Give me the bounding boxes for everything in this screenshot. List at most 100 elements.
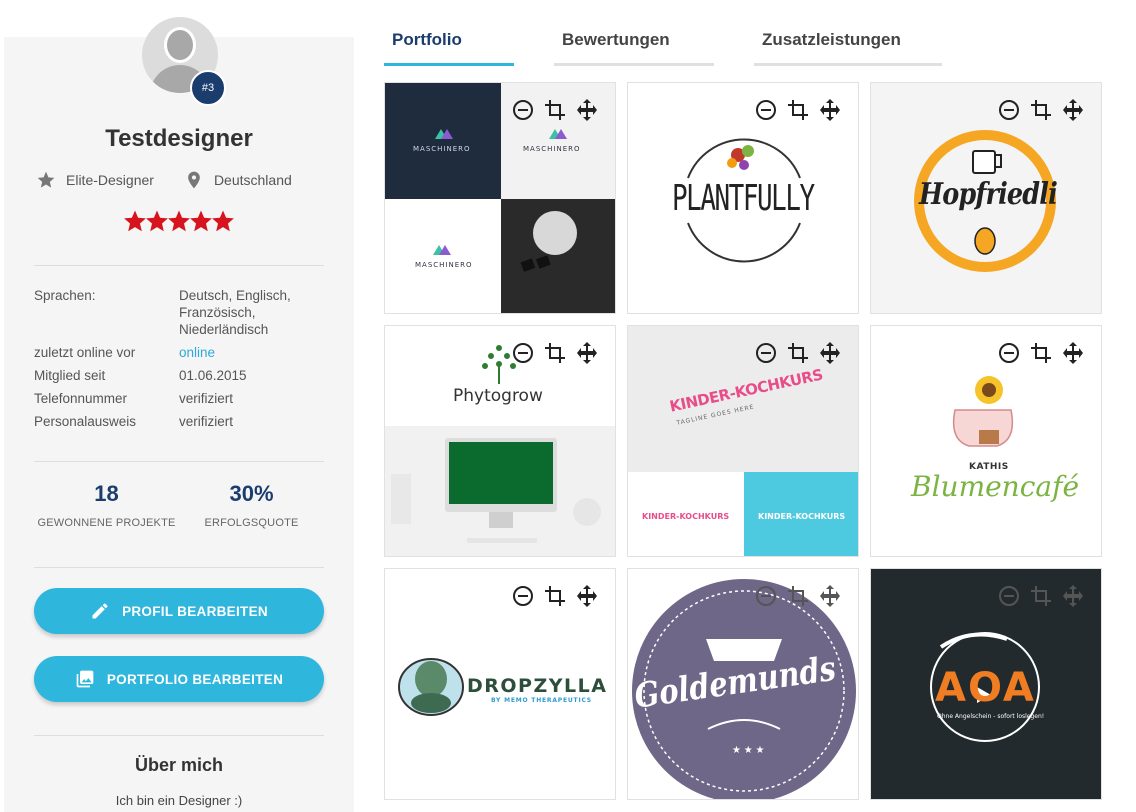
about-text: Ich bin ein Designer :) [115, 793, 243, 808]
designer-level: Elite-Designer [66, 172, 154, 188]
detail-row-member-since: Mitglied seit 01.06.2015 [34, 367, 334, 384]
move-icon[interactable] [818, 584, 842, 608]
star-icon [146, 210, 168, 232]
crop-icon[interactable] [786, 341, 810, 365]
tab-portfolio[interactable]: Portfolio [384, 30, 514, 66]
tile-tools [997, 98, 1085, 122]
profile-sidebar: #3 Testdesigner Elite-Designer Deutschla… [4, 17, 354, 812]
crop-icon[interactable] [786, 98, 810, 122]
tile-logo-text: KINDER-KOCHKURS [642, 512, 730, 521]
tile-tagline: BY MEMO THERAPEUTICS [491, 697, 592, 704]
crop-icon[interactable] [543, 98, 567, 122]
edit-profile-button[interactable]: PROFIL BEARBEITEN [34, 588, 324, 634]
remove-icon[interactable] [511, 341, 535, 365]
tile-logo-text: MASCHINERO [415, 261, 473, 269]
detail-label: Telefonnummer [34, 391, 128, 406]
move-icon[interactable] [1061, 98, 1085, 122]
tile-tools [511, 584, 599, 608]
rank-badge: #3 [190, 70, 226, 106]
profile-details: Sprachen: Deutsch, Englisch, Französisch… [34, 287, 334, 436]
move-icon[interactable] [1061, 341, 1085, 365]
detail-value: Deutsch, Englisch, Französisch, Niederlä… [179, 288, 291, 337]
about-title: Über mich [134, 755, 224, 775]
portfolio-tile[interactable]: Hopfriedli [870, 82, 1102, 314]
star-icon [124, 210, 146, 232]
remove-icon[interactable] [511, 98, 535, 122]
portfolio-tile[interactable]: PLANTFULLY [627, 82, 859, 314]
edit-profile-label: PROFIL BEARBEITEN [122, 603, 268, 619]
portfolio-tile[interactable]: ★ ★ ★ Goldemunds [627, 568, 859, 800]
crop-icon[interactable] [1029, 584, 1053, 608]
star-icon [212, 210, 234, 232]
profile-tabs: Portfolio Bewertungen Zusatzleistungen [384, 30, 982, 66]
move-icon[interactable] [575, 584, 599, 608]
designer-stats: 18 GEWONNENE PROJEKTE 30% ERFOLGSQUOTE [34, 481, 324, 529]
stat-value: 30% [229, 481, 274, 506]
tile-tools [754, 341, 842, 365]
edit-portfolio-button[interactable]: PORTFOLIO BEARBEITEN [34, 656, 324, 702]
divider [34, 735, 324, 736]
tile-tools [511, 98, 599, 122]
images-icon [76, 670, 94, 688]
tile-logo-text: PLANTFULLY [672, 178, 815, 219]
detail-row-last-online: zuletzt online vor online [34, 344, 334, 361]
detail-label: Personalausweis [34, 414, 137, 429]
tile-tagline: Ohne Angelschein - sofort loslegen! [937, 713, 1045, 720]
tile-logo-text: KINDER-KOCHKURS [758, 512, 846, 521]
detail-label: zuletzt online vor [34, 345, 136, 360]
crop-icon[interactable] [1029, 341, 1053, 365]
portfolio-tile[interactable]: Phytogrow [384, 325, 616, 557]
remove-icon[interactable] [754, 341, 778, 365]
stat-label: ERFOLGSQUOTE [204, 517, 299, 529]
portfolio-tile[interactable]: AOA Ohne Angelschein - sofort loslegen! [870, 568, 1102, 800]
portfolio-tile[interactable]: KATHIS Blumencafé [870, 325, 1102, 557]
star-icon [190, 210, 212, 232]
detail-value: verifiziert [179, 414, 234, 429]
remove-icon[interactable] [754, 584, 778, 608]
tile-tools [754, 584, 842, 608]
tab-additional-services[interactable]: Zusatzleistungen [754, 30, 942, 66]
online-status-link[interactable]: online [179, 344, 309, 361]
pencil-icon [92, 603, 108, 619]
tile-tools [997, 584, 1085, 608]
detail-label: Mitglied seit [34, 368, 106, 383]
tile-logo-text: AOA [935, 665, 1036, 711]
tab-reviews[interactable]: Bewertungen [554, 30, 714, 66]
move-icon[interactable] [1061, 584, 1085, 608]
decoration-stars: ★ ★ ★ [732, 745, 764, 756]
divider [34, 567, 324, 568]
move-icon[interactable] [818, 98, 842, 122]
detail-row-phone: Telefonnummer verifiziert [34, 390, 334, 407]
tile-logo-text: Blumencafé [911, 470, 1080, 503]
remove-icon[interactable] [997, 98, 1021, 122]
tile-logo-text: Phytogrow [453, 386, 543, 406]
crop-icon[interactable] [543, 584, 567, 608]
tile-tools [997, 341, 1085, 365]
tile-tools [754, 98, 842, 122]
detail-row-languages: Sprachen: Deutsch, Englisch, Französisch… [34, 287, 334, 338]
avatar-head [164, 27, 196, 63]
tile-logo-text: MASCHINERO [523, 145, 581, 153]
move-icon[interactable] [818, 341, 842, 365]
portfolio-tile[interactable]: MASCHINERO MASCHINERO MASCHINERO [384, 82, 616, 314]
remove-icon[interactable] [511, 584, 535, 608]
crop-icon[interactable] [543, 341, 567, 365]
tile-logo-text: Hopfriedli [919, 177, 1058, 212]
remove-icon[interactable] [997, 341, 1021, 365]
move-icon[interactable] [575, 98, 599, 122]
remove-icon[interactable] [997, 584, 1021, 608]
move-icon[interactable] [575, 341, 599, 365]
crop-icon[interactable] [1029, 98, 1053, 122]
stat-success-rate: 30% ERFOLGSQUOTE [179, 481, 324, 529]
location-pin-icon [188, 171, 200, 189]
remove-icon[interactable] [754, 98, 778, 122]
portfolio-tile[interactable]: DROPZYLLA BY MEMO THERAPEUTICS [384, 568, 616, 800]
tile-logo-text: MASCHINERO [413, 145, 471, 153]
crop-icon[interactable] [786, 584, 810, 608]
portfolio-tile[interactable]: KINDER-KOCHKURS TAGLINE GOES HERE KINDER… [627, 325, 859, 557]
stat-value: 18 [94, 481, 119, 506]
tile-tools [511, 341, 599, 365]
designer-location: Deutschland [213, 172, 292, 188]
detail-value: 01.06.2015 [179, 368, 247, 383]
divider [34, 265, 324, 266]
